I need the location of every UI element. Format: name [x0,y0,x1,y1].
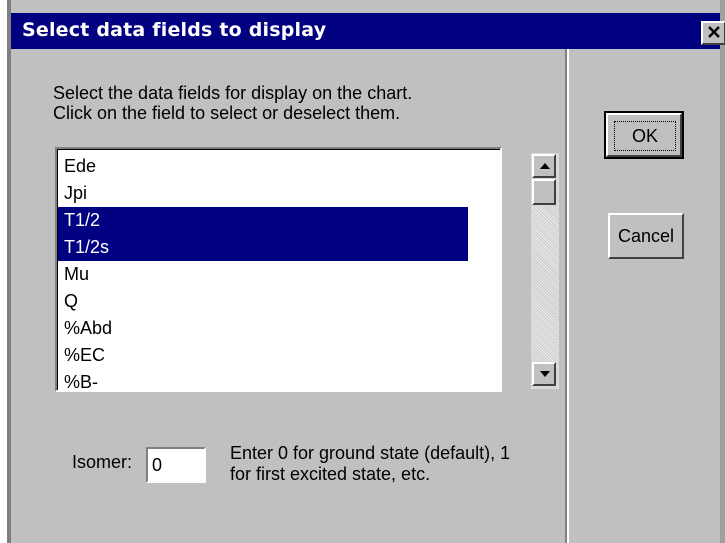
list-item[interactable]: %EC [58,342,468,369]
isomer-hint-text: Enter 0 for ground state (default), 1 fo… [230,443,511,484]
scroll-up-button[interactable] [532,154,556,178]
close-button[interactable] [701,21,725,45]
listbox-scrollbar[interactable] [531,153,559,389]
list-item[interactable]: Mu [58,261,468,288]
ok-button[interactable]: OK [604,111,684,159]
list-item[interactable]: Jpi [58,180,468,207]
cancel-button[interactable]: Cancel [608,213,684,259]
data-fields-listbox[interactable]: Ede Jpi T1/2 T1/2s Mu Q %Abd %EC %B- [55,147,559,392]
title-bar[interactable]: Select data fields to display [11,13,725,49]
ok-button-label: OK [614,121,676,151]
arrow-down-icon [540,371,550,377]
list-item[interactable]: T1/2 [58,207,468,234]
listbox-items: Ede Jpi T1/2 T1/2s Mu Q %Abd %EC %B- [57,149,500,390]
list-item[interactable]: %Abd [58,315,468,342]
list-item[interactable]: T1/2s [58,234,468,261]
window-right-edge [720,0,725,543]
list-item[interactable]: Ede [58,154,468,180]
close-x-icon [708,26,720,38]
vertical-divider-highlight [567,49,569,543]
window-left-edge [0,0,11,543]
list-item[interactable]: %B- [58,369,468,390]
list-item[interactable]: Q [58,288,468,315]
ok-button-face: OK [606,113,682,157]
instructions-text: Select the data fields for display on th… [53,83,413,123]
isomer-input[interactable] [146,447,206,483]
arrow-up-icon [540,163,550,169]
scroll-down-button[interactable] [532,362,556,386]
scroll-thumb[interactable] [532,179,556,205]
isomer-label: Isomer: [72,452,133,472]
window-title: Select data fields to display [22,19,327,41]
